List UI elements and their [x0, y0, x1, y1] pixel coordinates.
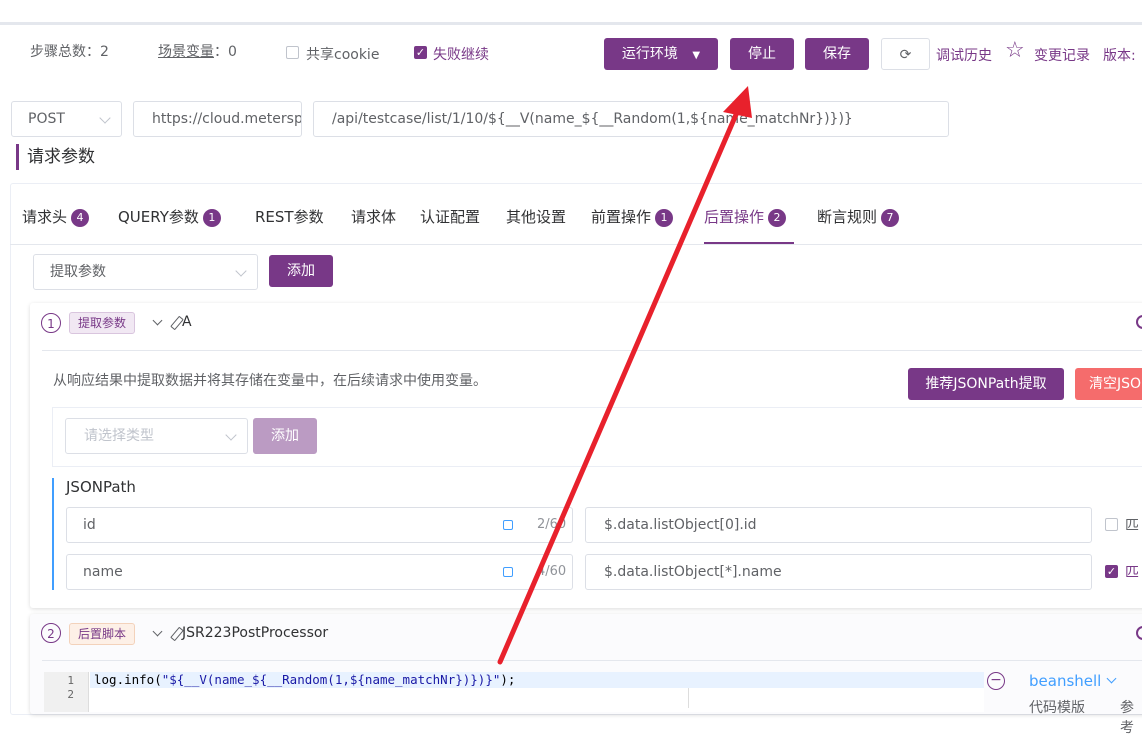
- arrow-shaft: [497, 107, 741, 665]
- annotation-arrow: [497, 86, 752, 665]
- arrow-head: [723, 86, 752, 118]
